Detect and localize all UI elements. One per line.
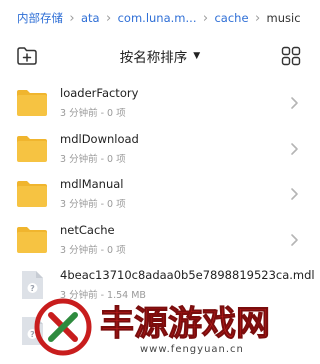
list-item[interactable]: loaderFactory 3 分钟前 - 0 项 [0, 80, 320, 126]
item-name: mdlDownload [60, 131, 139, 146]
item-meta: 3 分钟前 - 0 项 [60, 108, 126, 119]
chevron-right-icon: › [254, 10, 261, 26]
breadcrumb-item-com-luna[interactable]: com.luna.m... [118, 11, 197, 25]
unknown-file-icon: ? [16, 316, 48, 346]
chevron-right-icon: › [106, 10, 112, 26]
svg-text:?: ? [30, 330, 35, 339]
breadcrumb-item-music: music [266, 11, 301, 25]
folder-icon [16, 179, 48, 209]
folder-icon [16, 88, 48, 118]
breadcrumb-item-cache[interactable]: cache [214, 11, 248, 25]
item-name: loaderFactory [60, 86, 139, 100]
chevron-right-icon [290, 232, 300, 246]
chevron-right-icon [290, 186, 300, 200]
list-item[interactable]: mdlDownload 3 分钟前 - 0 项 [0, 126, 320, 172]
caret-down-icon: ▼ [193, 51, 201, 61]
item-meta: 3 分钟前 - 0 项 [60, 153, 126, 165]
chevron-right-icon: › [202, 10, 209, 26]
sort-label: 按名称排序 [119, 50, 188, 66]
svg-text:?: ? [30, 284, 35, 293]
item-meta: 3 分钟前 - 0 项 [60, 244, 126, 256]
folder-icon [16, 225, 48, 255]
toolbar: 按名称排序 ▼ [0, 38, 320, 74]
item-meta: 3 分钟前 - 1.54 MB [60, 290, 146, 301]
item-name: 4beac13710c8adaa0b5e7898819523ca.mdl [60, 268, 315, 282]
sort-dropdown[interactable]: 按名称排序 ▼ [0, 46, 320, 66]
list-item[interactable]: netCache 3 分钟前 - 0 项 [0, 217, 320, 263]
folder-icon [16, 134, 48, 164]
file-list: loaderFactory 3 分钟前 - 0 项 mdlDownload 3 … [0, 80, 320, 353]
item-name: netCache [60, 222, 115, 237]
chevron-right-icon [290, 141, 300, 155]
breadcrumb: 内部存储 › ata › com.luna.m... › cache › mus… [0, 0, 320, 36]
list-item[interactable]: ? [0, 308, 320, 354]
unknown-file-icon: ? [16, 270, 48, 300]
chevron-right-icon: › [69, 10, 75, 26]
breadcrumb-item-internal-storage[interactable]: 内部存储 [17, 10, 63, 26]
breadcrumb-item-ata[interactable]: ata [81, 11, 100, 25]
item-meta: 3 分钟前 - 0 项 [60, 199, 126, 210]
item-name: mdlManual [60, 177, 124, 191]
grid-view-icon[interactable] [281, 46, 301, 66]
list-item[interactable]: ? 4beac13710c8adaa0b5e7898819523ca.mdl 3… [0, 262, 320, 308]
chevron-right-icon [290, 95, 300, 109]
list-item[interactable]: mdlManual 3 分钟前 - 0 项 [0, 171, 320, 217]
